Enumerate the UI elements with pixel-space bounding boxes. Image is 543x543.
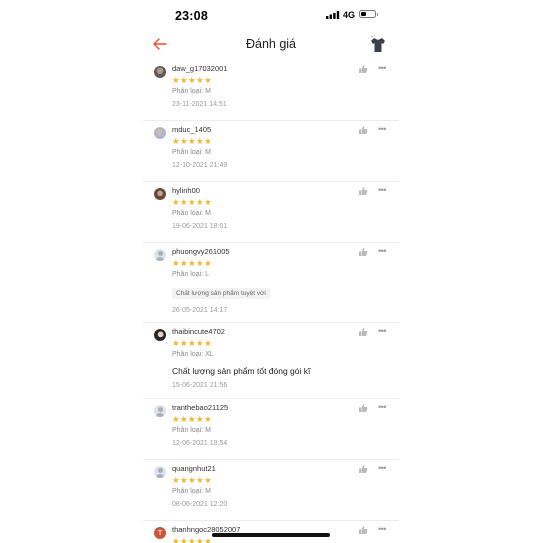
rating-stars: ★★★★★ xyxy=(172,338,213,348)
variation-label: Phân loại: M xyxy=(172,427,211,434)
avatar[interactable] xyxy=(154,249,166,261)
review-item: mduc_1405 ••• ★★★★★ Phân loại: M 12-10-2… xyxy=(143,121,399,182)
status-time: 23:08 xyxy=(175,9,208,23)
review-tag: Chất lượng sản phẩm tuyệt vời xyxy=(172,288,270,299)
review-item: daw_g17032001 ••• ★★★★★ Phân loại: M 23-… xyxy=(143,60,399,121)
more-options-icon[interactable]: ••• xyxy=(378,524,386,534)
network-type: 4G xyxy=(343,10,356,20)
review-comment: Chất lượng sản phẩm tốt đóng gói kĩ xyxy=(172,366,311,376)
rating-stars: ★★★★★ xyxy=(172,258,213,268)
review-date: 26-05-2021 14:17 xyxy=(172,307,228,314)
username[interactable]: hylinh00 xyxy=(172,186,200,195)
variation-label: Phân loại: M xyxy=(172,149,211,156)
tshirt-icon[interactable] xyxy=(367,33,389,55)
home-indicator[interactable] xyxy=(212,533,330,537)
avatar[interactable]: T xyxy=(154,527,166,539)
thumbs-up-icon[interactable] xyxy=(358,247,368,257)
username[interactable]: phuongvy261005 xyxy=(172,247,230,256)
username[interactable]: tranthebao21125 xyxy=(172,403,228,412)
avatar[interactable] xyxy=(154,127,166,139)
review-date: 19-06-2021 18:01 xyxy=(172,223,228,230)
username[interactable]: thaibincute4702 xyxy=(172,327,225,336)
phone-screen: 23:08 4G Đánh giá daw_g17032001 ••• ★★★★… xyxy=(143,0,399,543)
variation-label: Phân loại: XL xyxy=(172,351,214,358)
more-options-icon[interactable]: ••• xyxy=(378,185,386,195)
rating-stars: ★★★★★ xyxy=(172,75,213,85)
rating-stars: ★★★★★ xyxy=(172,414,213,424)
variation-label: Phân loại: M xyxy=(172,88,211,95)
page-title: Đánh giá xyxy=(245,37,297,51)
thumbs-up-icon[interactable] xyxy=(358,186,368,196)
review-date: 12-10-2021 21:49 xyxy=(172,162,228,169)
rating-stars: ★★★★★ xyxy=(172,197,213,207)
thumbs-up-icon[interactable] xyxy=(358,327,368,337)
thumbs-up-icon[interactable] xyxy=(358,125,368,135)
avatar[interactable] xyxy=(154,66,166,78)
review-list: daw_g17032001 ••• ★★★★★ Phân loại: M 23-… xyxy=(143,60,399,543)
thumbs-up-icon[interactable] xyxy=(358,525,368,535)
more-options-icon[interactable]: ••• xyxy=(378,246,386,256)
review-item: hylinh00 ••• ★★★★★ Phân loại: M 19-06-20… xyxy=(143,182,399,243)
avatar[interactable] xyxy=(154,329,166,341)
username[interactable]: daw_g17032001 xyxy=(172,64,227,73)
review-date: 12-06-2021 18:54 xyxy=(172,440,228,447)
review-item: quangnhut21 ••• ★★★★★ Phân loại: M 08-06… xyxy=(143,460,399,521)
signal-icon xyxy=(326,11,340,19)
username[interactable]: quangnhut21 xyxy=(172,464,216,473)
thumbs-up-icon[interactable] xyxy=(358,403,368,413)
review-date: 15-06-2021 21:56 xyxy=(172,382,228,389)
more-options-icon[interactable]: ••• xyxy=(378,63,386,73)
status-bar: 23:08 4G xyxy=(143,0,399,30)
review-date: 23-11-2021 14:51 xyxy=(172,101,227,108)
avatar[interactable] xyxy=(154,188,166,200)
rating-stars: ★★★★★ xyxy=(172,536,213,543)
username[interactable]: mduc_1405 xyxy=(172,125,211,134)
variation-label: Phân loại: L xyxy=(172,271,209,278)
variation-label: Phân loại: M xyxy=(172,210,211,217)
avatar[interactable] xyxy=(154,405,166,417)
review-item: T thanhngoc28052007 ••• ★★★★★ xyxy=(143,521,399,543)
more-options-icon[interactable]: ••• xyxy=(378,463,386,473)
more-options-icon[interactable]: ••• xyxy=(378,326,386,336)
review-date: 08-06-2021 12:20 xyxy=(172,501,228,508)
header: Đánh giá xyxy=(143,30,399,60)
rating-stars: ★★★★★ xyxy=(172,136,213,146)
more-options-icon[interactable]: ••• xyxy=(378,124,386,134)
rating-stars: ★★★★★ xyxy=(172,475,213,485)
thumbs-up-icon[interactable] xyxy=(358,64,368,74)
thumbs-up-icon[interactable] xyxy=(358,464,368,474)
avatar[interactable] xyxy=(154,466,166,478)
variation-label: Phân loại: M xyxy=(172,488,211,495)
more-options-icon[interactable]: ••• xyxy=(378,402,386,412)
battery-icon xyxy=(359,10,378,18)
review-item: thaibincute4702 ••• ★★★★★ Phân loại: XL … xyxy=(143,323,399,399)
review-item: phuongvy261005 ••• ★★★★★ Phân loại: L Ch… xyxy=(143,243,399,323)
review-item: tranthebao21125 ••• ★★★★★ Phân loại: M 1… xyxy=(143,399,399,460)
